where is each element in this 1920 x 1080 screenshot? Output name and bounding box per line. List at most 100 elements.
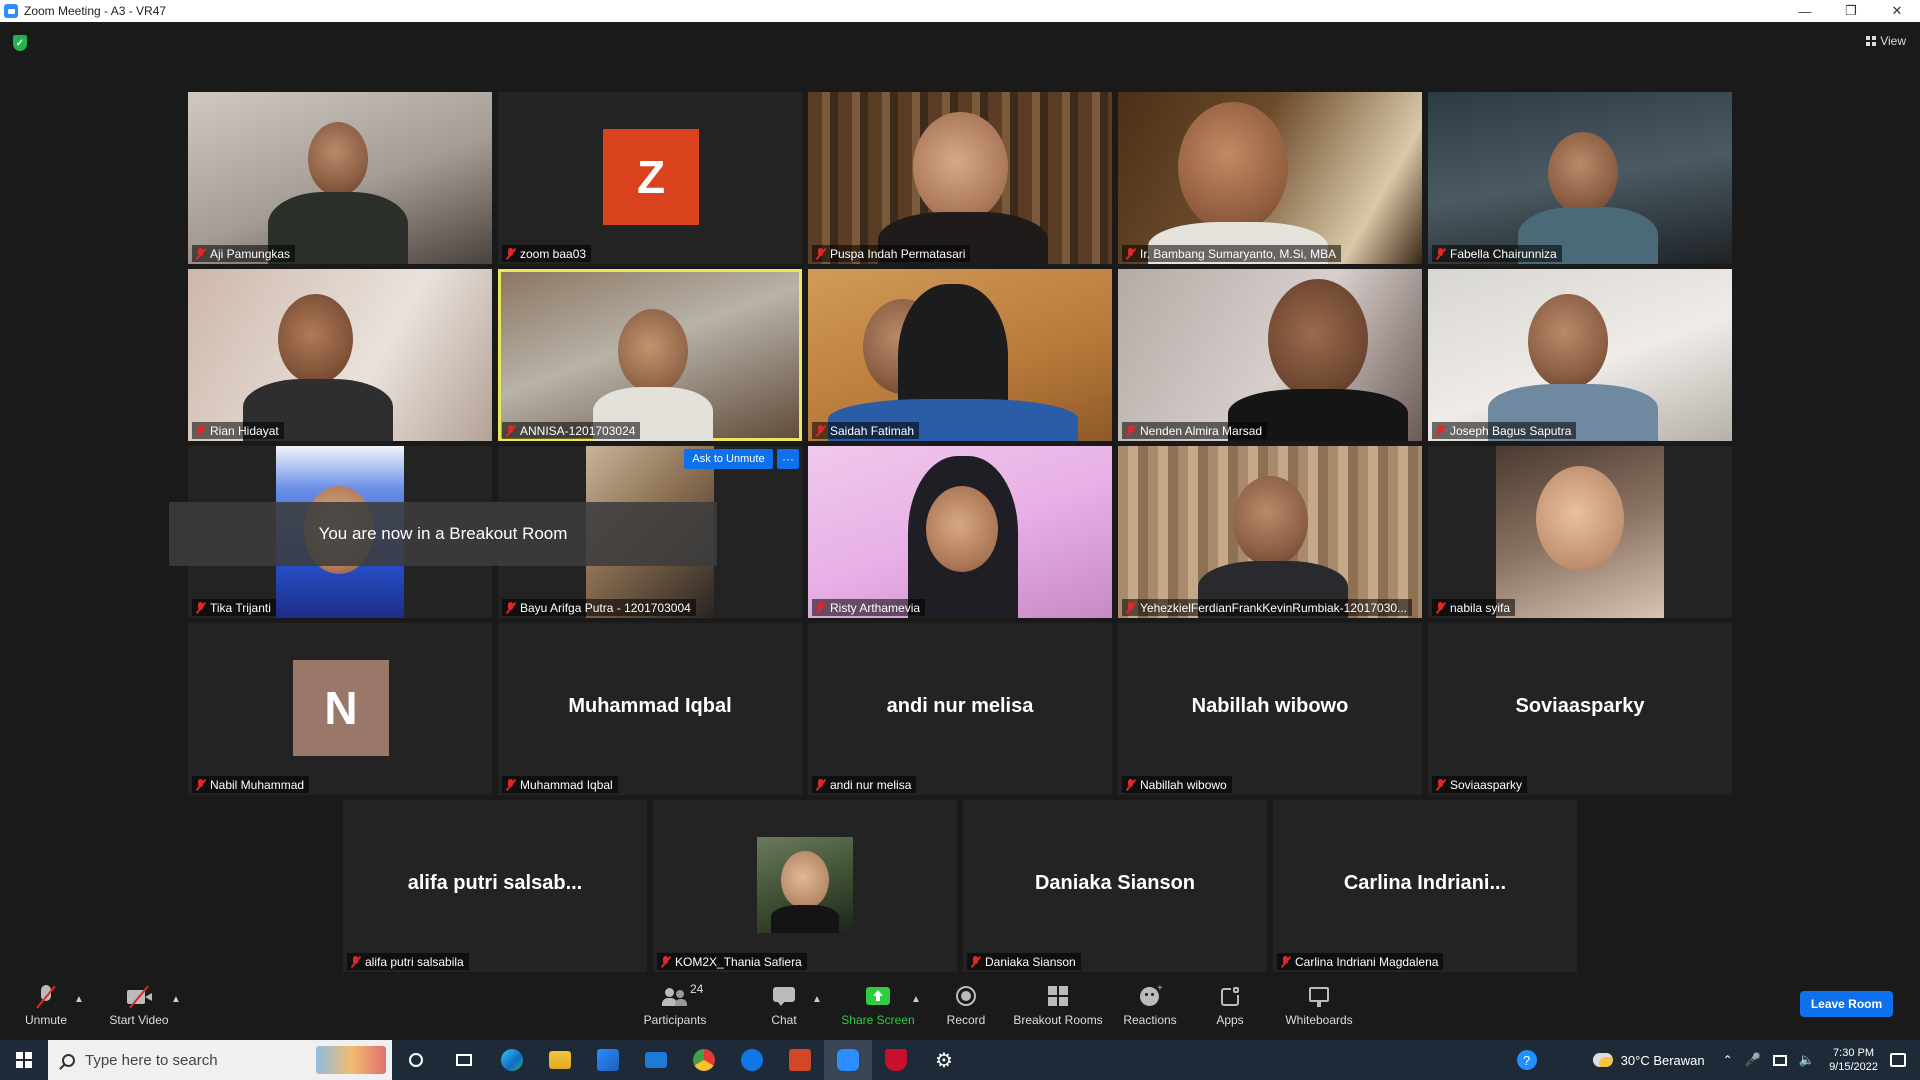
clock-date: 9/15/2022 (1829, 1061, 1878, 1073)
audio-options-caret[interactable]: ▲ (74, 994, 84, 1005)
mic-muted-icon (815, 247, 826, 260)
breakout-rooms-icon (1045, 985, 1071, 1009)
chat-label: Chat (771, 1013, 797, 1027)
taskbar-zoom[interactable] (824, 1040, 872, 1080)
taskbar-teamviewer[interactable] (728, 1040, 776, 1080)
video-options-caret[interactable]: ▲ (171, 994, 181, 1005)
participant-name: Puspa Indah Permatasari (830, 246, 966, 261)
weather-text[interactable]: 30°C Berawan (1621, 1053, 1705, 1068)
participant-name: Carlina Indriani Magdalena (1295, 954, 1439, 969)
chat-button[interactable]: Chat (760, 972, 808, 1040)
taskbar-store[interactable] (584, 1040, 632, 1080)
task-view-icon (456, 1054, 472, 1066)
mic-muted-icon (1125, 424, 1136, 437)
breakout-room-notification: You are now in a Breakout Room (169, 502, 717, 566)
video-tile[interactable]: Aji Pamungkas (188, 92, 492, 264)
share-options-caret[interactable]: ▲ (911, 994, 921, 1005)
video-tile[interactable]: Fabella Chairunniza (1428, 92, 1732, 264)
chat-options-caret[interactable]: ▲ (812, 994, 822, 1005)
video-tile[interactable]: KOM2X_Thania Safiera (653, 800, 957, 972)
video-tile[interactable]: Risty Arthamevia (808, 446, 1112, 618)
mic-muted-icon (505, 601, 516, 614)
participant-nametag: Nabil Muhammad (192, 776, 310, 793)
video-tile[interactable]: Nabillah wibowo Nabillah wibowo (1118, 623, 1422, 795)
show-hidden-icons-icon[interactable]: ⌃ (1723, 1053, 1733, 1067)
minimize-button[interactable]: — (1782, 0, 1828, 22)
settings-gear-icon: ⚙ (935, 1049, 953, 1072)
video-tile[interactable]: Muhammad Iqbal Muhammad Iqbal (498, 623, 802, 795)
video-tile-active-speaker[interactable]: ANNISA-1201703024 (498, 269, 802, 441)
taskbar-chrome[interactable] (680, 1040, 728, 1080)
encryption-shield-icon[interactable]: ✓ (13, 35, 27, 51)
start-video-button[interactable]: Start Video (104, 972, 174, 1040)
record-label: Record (946, 1013, 986, 1027)
participant-name: alifa putri salsabila (365, 954, 464, 969)
taskbar-edge[interactable] (488, 1040, 536, 1080)
view-button[interactable]: View (1866, 34, 1906, 48)
video-tile[interactable]: nabila syifa (1428, 446, 1732, 618)
apps-button[interactable]: Apps (1206, 972, 1254, 1040)
participants-label: Participants (643, 1013, 707, 1027)
taskbar-search-box[interactable]: Type here to search (48, 1040, 392, 1080)
task-view-button[interactable] (440, 1040, 488, 1080)
ask-to-unmute-button[interactable]: Ask to Unmute (684, 449, 773, 469)
taskbar-mcafee[interactable] (872, 1040, 920, 1080)
leave-room-button[interactable]: Leave Room (1800, 991, 1893, 1017)
volume-icon[interactable]: 🔈 (1799, 1052, 1815, 1068)
video-tile[interactable]: Z zoom baa03 (498, 92, 802, 264)
system-clock[interactable]: 7:30 PM 9/15/2022 (1829, 1046, 1878, 1074)
unmute-button[interactable]: Unmute (18, 972, 74, 1040)
video-tile[interactable]: Puspa Indah Permatasari (808, 92, 1112, 264)
participant-nametag: Nenden Almira Marsad (1122, 422, 1268, 439)
restore-button[interactable]: ❐ (1828, 0, 1874, 22)
weather-cloud-icon[interactable] (1592, 1053, 1613, 1067)
video-tile[interactable]: andi nur melisa andi nur melisa (808, 623, 1112, 795)
whiteboards-button[interactable]: Whiteboards (1280, 972, 1358, 1040)
breakout-rooms-button[interactable]: Breakout Rooms (1012, 972, 1104, 1040)
mic-muted-icon (815, 424, 826, 437)
video-tile[interactable]: YehezkielFerdianFrankKevinRumbiak-120170… (1118, 446, 1422, 618)
mic-muted-icon (505, 778, 516, 791)
video-tile[interactable]: Saidah Fatimah (808, 269, 1112, 441)
video-tile[interactable]: Nenden Almira Marsad (1118, 269, 1422, 441)
microphone-icon[interactable]: 🎤 (1745, 1052, 1761, 1068)
start-button[interactable] (0, 1040, 48, 1080)
taskbar-file-explorer[interactable] (536, 1040, 584, 1080)
zoom-app-icon (837, 1049, 859, 1071)
cortana-button[interactable] (392, 1040, 440, 1080)
video-tile[interactable]: Daniaka Sianson Daniaka Sianson (963, 800, 1267, 972)
help-icon[interactable]: ? (1516, 1050, 1537, 1070)
network-icon[interactable] (1772, 1054, 1787, 1066)
mic-muted-icon (1125, 778, 1136, 791)
participant-nametag: Saidah Fatimah (812, 422, 920, 439)
video-tile[interactable]: Rian Hidayat (188, 269, 492, 441)
record-button[interactable]: Record (940, 972, 992, 1040)
mic-muted-icon (195, 424, 206, 437)
video-tile[interactable]: N Nabil Muhammad (188, 623, 492, 795)
windows-logo-icon (16, 1052, 32, 1068)
reactions-button[interactable]: + Reactions (1120, 972, 1180, 1040)
file-explorer-icon (549, 1051, 571, 1069)
taskbar-powerpoint[interactable] (776, 1040, 824, 1080)
more-options-button[interactable]: ··· (777, 449, 799, 469)
close-button[interactable]: ✕ (1874, 0, 1920, 22)
video-tile[interactable]: Carlina Indriani... Carlina Indriani Mag… (1273, 800, 1577, 972)
notification-center-icon[interactable] (1890, 1053, 1906, 1067)
video-tile[interactable]: Ir. Bambang Sumaryanto, M.Si, MBA (1118, 92, 1422, 264)
taskbar-settings[interactable]: ⚙ (920, 1040, 968, 1080)
cortana-circle-icon (409, 1053, 423, 1067)
participant-nametag: nabila syifa (1432, 599, 1516, 616)
participant-profile-photo (757, 837, 853, 933)
participant-nametag: Soviaasparky (1432, 776, 1528, 793)
participant-display-name: Nabillah wibowo (1191, 695, 1349, 717)
share-screen-button[interactable]: Share Screen (838, 972, 918, 1040)
video-tile[interactable]: Joseph Bagus Saputra (1428, 269, 1732, 441)
taskbar-mail[interactable] (632, 1040, 680, 1080)
participant-name: Bayu Arifga Putra - 1201703004 (520, 600, 691, 615)
mic-muted-icon (505, 247, 516, 260)
video-tile[interactable]: Soviaasparky Soviaasparky (1428, 623, 1732, 795)
mic-muted-icon (1435, 424, 1446, 437)
apps-label: Apps (1216, 1013, 1244, 1027)
participant-name: andi nur melisa (830, 777, 912, 792)
video-tile[interactable]: alifa putri salsab... alifa putri salsab… (343, 800, 647, 972)
